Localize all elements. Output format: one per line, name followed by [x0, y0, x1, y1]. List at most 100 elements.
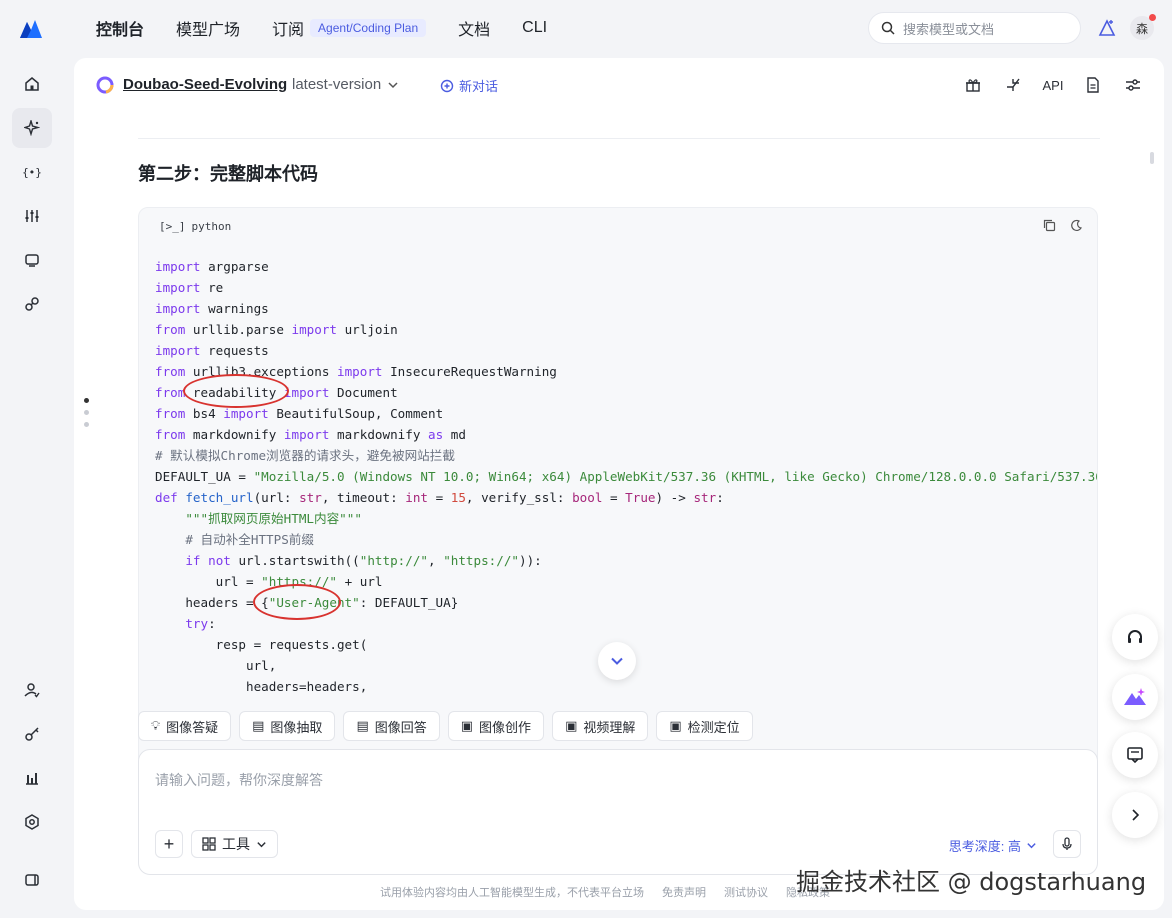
code-line: def fetch_url(url: str, timeout: int = 1…	[155, 490, 724, 505]
sparkle-notify-icon[interactable]	[1096, 17, 1118, 39]
chip-image-answer[interactable]: ▤ 图像回答	[343, 711, 440, 741]
home-icon[interactable]	[12, 64, 52, 104]
chevron-down-icon	[1026, 840, 1037, 851]
nav-console[interactable]: 控制台	[96, 16, 144, 40]
code-braces-icon[interactable]: {•}	[12, 152, 52, 192]
step-dots	[84, 398, 89, 427]
footer-link-test-agreement[interactable]: 测试协议	[724, 884, 768, 900]
code-line: resp = requests.get(	[155, 637, 368, 652]
thinking-depth-select[interactable]: 思考深度: 高	[949, 836, 1037, 855]
expand-panel-button[interactable]	[1112, 792, 1158, 838]
top-nav: 控制台 模型广场 订阅 Agent/Coding Plan 文档 CLI	[96, 0, 547, 56]
api-button[interactable]: API	[1042, 74, 1064, 96]
monitor-icon[interactable]	[12, 240, 52, 280]
detect-icon: ▣	[669, 718, 682, 733]
nav-docs[interactable]: 文档	[458, 16, 490, 40]
user-check-icon[interactable]	[12, 670, 52, 710]
image-answer-icon: ▤	[356, 718, 369, 733]
code-content: import argparse import re import warning…	[155, 256, 1097, 697]
headset-icon	[1125, 627, 1145, 647]
chip-detect-locate[interactable]: ▣ 检测定位	[656, 711, 753, 741]
footer-link-disclaimer[interactable]: 免责声明	[662, 884, 706, 900]
document-icon[interactable]	[1082, 74, 1104, 96]
theme-moon-icon[interactable]	[1070, 219, 1083, 232]
mountain-sparkle-icon	[1123, 686, 1147, 708]
chevron-down-icon	[387, 79, 399, 91]
code-block: [>_] python import argparse import re im…	[138, 207, 1098, 767]
nav-subscription[interactable]: 订阅 Agent/Coding Plan	[272, 16, 427, 40]
collapse-sidebar-icon[interactable]	[12, 860, 52, 900]
gift-icon[interactable]	[962, 74, 984, 96]
chip-image-qa[interactable]: 💡︎ 图像答疑	[138, 711, 232, 741]
model-name[interactable]: Doubao-Seed-Evolving	[123, 76, 287, 93]
microphone-icon	[1060, 837, 1074, 851]
app-logo-icon[interactable]	[18, 16, 44, 40]
compare-arrows-icon[interactable]	[1002, 74, 1024, 96]
step-dot[interactable]	[84, 410, 89, 415]
chevron-down-icon	[256, 839, 267, 850]
code-line: from urllib.parse import urljoin	[155, 322, 398, 337]
code-line: import warnings	[155, 301, 269, 316]
code-line: """抓取网页原始HTML内容"""	[185, 511, 362, 526]
code-line: import re	[155, 280, 224, 295]
grid-tools-icon	[202, 837, 216, 851]
capability-chips: 💡︎ 图像答疑 ▤ 图像抽取 ▤ 图像回答 ▣ 图像创作 ▣ 视频理解 ▣ 检测定位	[138, 711, 753, 741]
nav-cli[interactable]: CLI	[522, 19, 547, 37]
chat-input-placeholder: 请输入问题，帮你深度解答	[155, 772, 323, 788]
add-attachment-button[interactable]: +	[155, 830, 183, 858]
settings-sliders-icon[interactable]	[1122, 74, 1144, 96]
plus-icon: +	[163, 833, 175, 854]
copy-icon[interactable]	[1043, 219, 1056, 232]
footer-disclaimer: 试用体验内容均由人工智能模型生成，不代表平台立场	[380, 887, 644, 899]
chat-bubble-icon	[1126, 746, 1144, 764]
code-line: try:	[185, 616, 216, 631]
chevron-down-icon	[610, 654, 624, 668]
chip-image-extract[interactable]: ▤ 图像抽取	[239, 711, 336, 741]
code-line: # 自动补全HTTPS前缀	[155, 532, 314, 547]
feedback-button[interactable]	[1112, 732, 1158, 778]
code-line: # 默认模拟Chrome浏览器的请求头，避免被网站拦截	[155, 448, 455, 463]
experience-sparkle-icon[interactable]	[12, 108, 52, 148]
link-icon[interactable]	[12, 284, 52, 324]
bar-chart-icon[interactable]	[12, 758, 52, 798]
support-headset-button[interactable]	[1112, 614, 1158, 660]
content-divider	[138, 138, 1100, 139]
chat-input[interactable]: 请输入问题，帮你深度解答 + 工具 思考深度: 高	[138, 749, 1098, 875]
model-version-select[interactable]: latest-version	[292, 76, 399, 93]
scrollbar-thumb[interactable]	[1150, 152, 1154, 164]
step-dot[interactable]	[84, 398, 89, 403]
header-tools: API	[962, 74, 1144, 96]
code-line: url,	[155, 658, 277, 673]
avatar[interactable]: 森	[1130, 14, 1156, 40]
ai-creation-button[interactable]	[1112, 674, 1158, 720]
key-icon[interactable]	[12, 714, 52, 754]
left-rail: {•}	[0, 56, 66, 918]
step-dot[interactable]	[84, 422, 89, 427]
new-chat-button[interactable]: 新对话	[440, 76, 498, 95]
chip-image-create[interactable]: ▣ 图像创作	[447, 711, 545, 741]
tools-dropdown[interactable]: 工具	[191, 830, 278, 858]
nav-model-square[interactable]: 模型广场	[176, 16, 240, 40]
code-line: url = "https://" + url	[155, 574, 383, 589]
image-icon: ▣	[460, 718, 474, 733]
chip-video-understand[interactable]: ▣ 视频理解	[552, 711, 649, 741]
code-line: from markdownify import markdownify as m…	[155, 427, 466, 442]
sliders-icon[interactable]	[12, 196, 52, 236]
code-tools	[1043, 219, 1083, 232]
model-logo-icon	[96, 76, 114, 94]
code-line: headers = {"User-Agent": DEFAULT_UA}	[155, 595, 459, 610]
code-line: from readability import Document	[155, 385, 398, 400]
microphone-button[interactable]	[1053, 830, 1081, 858]
settings-hex-icon[interactable]	[12, 802, 52, 842]
main-panel: Doubao-Seed-Evolving latest-version 新对话 …	[74, 58, 1164, 910]
code-line: import requests	[155, 343, 269, 358]
notification-dot	[1149, 14, 1156, 21]
scroll-down-button[interactable]	[598, 642, 636, 680]
search-input[interactable]: 搜索模型或文档	[868, 12, 1081, 44]
code-language: [>_] python	[159, 220, 232, 233]
code-header: [>_] python	[139, 208, 1097, 244]
watermark-text: 掘金技术社区 @ dogstarhuang	[796, 868, 1147, 896]
section-title: 第二步：完整脚本代码	[138, 164, 318, 184]
code-line: import argparse	[155, 259, 269, 274]
search-icon	[881, 21, 895, 35]
